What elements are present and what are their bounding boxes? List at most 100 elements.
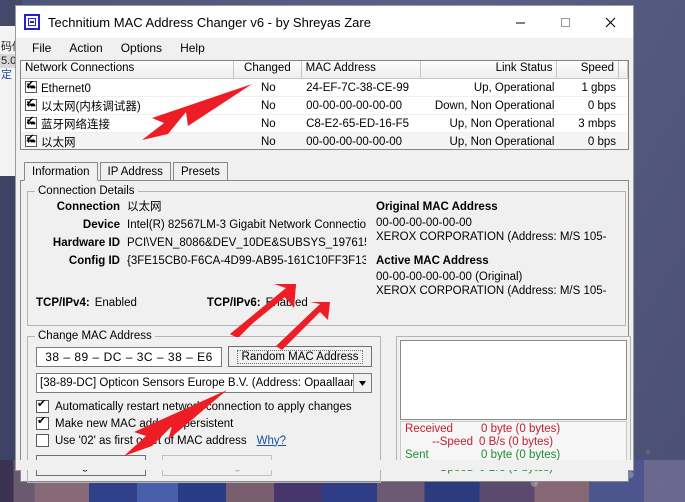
change-mac-group-label: Change MAC Address [35,330,155,342]
option-auto-restart[interactable]: Automatically restart network connection… [36,400,352,413]
field-connection-value: 以太网 [127,200,162,214]
persistent-checkbox[interactable] [36,417,49,430]
vendor-select-value: [38-89-DC] Opticon Sensors Europe B.V. (… [37,377,353,389]
random-mac-address-button-label: Random MAC Address [237,350,364,364]
field-connection: Connection 以太网 [36,200,366,214]
row-changed-3: No [235,136,303,148]
tab-strip[interactable]: Information IP Address Presets [24,160,633,180]
column-header-network-connections[interactable]: Network Connections [21,61,234,78]
row-changed-0: No [235,82,303,94]
tab-information[interactable]: Information [24,162,98,181]
main-window: Technitium MAC Address Changer v6 - by S… [15,5,634,471]
traffic-stats-list: Received 0 byte (0 bytes) --Speed 0 B/s … [400,421,627,465]
row-name-1: 以太网(内核调试器) [41,101,141,113]
network-connections-list[interactable]: Network Connections Changed MAC Address … [20,60,629,150]
first-octet-checkbox[interactable] [36,434,49,447]
field-device-value: Intel(R) 82567LM-3 Gigabit Network Conne… [127,218,366,232]
tab-ip-address[interactable]: IP Address [100,162,171,180]
menu-options[interactable]: Options [113,39,170,57]
row-mac-2: C8-E2-65-ED-16-F5 [302,118,421,130]
row-changed-2: No [235,118,303,130]
persistent-label: Make new MAC address persistent [55,418,233,430]
title-bar[interactable]: Technitium MAC Address Changer v6 - by S… [16,6,633,38]
column-header-mac-address[interactable]: MAC Address [302,61,421,78]
table-row[interactable]: 以太网 No 00-00-00-00-00-00 Up, Non Operati… [21,133,628,150]
why-link[interactable]: Why? [257,435,286,447]
vendor-select[interactable]: [38-89-DC] Opticon Sensors Europe B.V. (… [36,373,372,393]
column-header-spacer [619,61,628,78]
row-speed-3: 0 bps [558,136,620,148]
stat-value-received: 0 byte (0 bytes) [481,423,560,436]
row-changed-1: No [235,100,303,112]
row-mac-0: 24-EF-7C-38-CE-99 [302,82,421,94]
row-mac-3: 00-00-00-00-00-00 [302,136,421,148]
chevron-down-icon[interactable] [353,374,371,392]
column-header-speed[interactable]: Speed [557,61,619,78]
row-link-3: Up, Non Operational [421,136,558,148]
menu-bar[interactable]: File Action Options Help [16,38,633,58]
row-speed-1: 0 bps [558,100,620,112]
menu-action[interactable]: Action [61,39,110,57]
row-checkbox-2[interactable] [25,117,37,129]
row-speed-0: 1 gbps [558,82,620,94]
option-persistent[interactable]: Make new MAC address persistent [36,417,233,430]
menu-help[interactable]: Help [172,39,213,57]
first-octet-label: Use '02' as first octet of MAC address [55,435,247,447]
field-config-id: Config ID {3FE15CB0-F6CA-4D99-AB95-161C1… [36,254,366,268]
random-mac-address-button[interactable]: Random MAC Address [228,346,372,367]
list-header-row[interactable]: Network Connections Changed MAC Address … [21,61,628,79]
window-bottom-edge [16,460,633,470]
row-name-2: 蓝牙网络连接 [41,119,110,131]
tcpipv4-label: TCP/IPv4: [36,297,90,309]
app-logo-icon [24,14,40,30]
maximize-button[interactable] [543,6,588,38]
row-speed-2: 3 mbps [558,118,620,130]
original-mac-title: Original MAC Address [376,200,606,214]
tcpip-status-row: TCP/IPv4: Enabled TCP/IPv6: Enabled [36,297,308,309]
connection-details-fields: Connection 以太网 Device Intel(R) 82567LM-3… [36,200,366,272]
column-header-changed[interactable]: Changed [234,61,301,78]
window-title: Technitium MAC Address Changer v6 - by S… [48,15,371,30]
minimize-button[interactable] [498,6,543,38]
field-hardware-id-label: Hardware ID [36,236,127,250]
stat-key-received: Received [403,423,481,436]
row-checkbox-1[interactable] [25,99,37,111]
original-mac-value: 00-00-00-00-00-00 [376,216,606,230]
auto-restart-label: Automatically restart network connection… [55,401,352,413]
close-button[interactable] [588,6,633,38]
connection-details-group: Connection Details Connection 以太网 Device… [27,191,626,326]
stat-key-received-speed: --Speed [403,436,479,449]
row-link-0: Up, Operational [421,82,558,94]
field-device-label: Device [36,218,127,232]
option-first-octet-02[interactable]: Use '02' as first octet of MAC address W… [36,434,286,447]
mac-info-spacer [376,244,606,254]
active-mac-title: Active MAC Address [376,254,606,268]
traffic-graph [400,340,627,420]
row-name-3: 以太网 [41,137,76,149]
mac-address-input[interactable]: 38 – 89 – DC – 3C – 38 – E6 [36,347,222,367]
window-controls[interactable] [498,6,633,38]
table-row[interactable]: Ethernet0 No 24-EF-7C-38-CE-99 Up, Opera… [21,79,628,97]
row-checkbox-3[interactable] [25,135,37,147]
field-hardware-id: Hardware ID PCI\VEN_8086&DEV_10DE&SUBSYS… [36,236,366,250]
mac-address-info: Original MAC Address 00-00-00-00-00-00 X… [376,200,606,298]
table-row[interactable]: 蓝牙网络连接 No C8-E2-65-ED-16-F5 Up, Non Oper… [21,115,628,133]
field-config-id-value: {3FE15CB0-F6CA-4D99-AB95-161C10FF3F13} [127,254,366,268]
connection-details-group-label: Connection Details [35,185,138,197]
stat-row-received-speed: --Speed 0 B/s (0 bytes) [403,436,626,449]
column-header-link-status[interactable]: Link Status [421,61,558,78]
row-checkbox-0[interactable] [25,81,37,93]
field-connection-label: Connection [36,200,127,214]
menu-file[interactable]: File [24,39,59,57]
active-mac-vendor: XEROX CORPORATION (Address: M/S 105-50C, [376,284,606,298]
field-hardware-id-value: PCI\VEN_8086&DEV_10DE&SUBSYS_197615A [127,236,366,250]
table-row[interactable]: 以太网(内核调试器) No 00-00-00-00-00-00 Down, No… [21,97,628,115]
tab-presets[interactable]: Presets [173,162,228,180]
network-stats-panel: Received 0 byte (0 bytes) --Speed 0 B/s … [396,336,631,469]
active-mac-value: 00-00-00-00-00-00 (Original) [376,270,606,284]
auto-restart-checkbox[interactable] [36,400,49,413]
original-mac-vendor: XEROX CORPORATION (Address: M/S 105-50C, [376,230,606,244]
tcpipv4-value: Enabled [95,297,137,309]
row-link-2: Up, Non Operational [421,118,558,130]
stat-row-received: Received 0 byte (0 bytes) [403,423,626,436]
